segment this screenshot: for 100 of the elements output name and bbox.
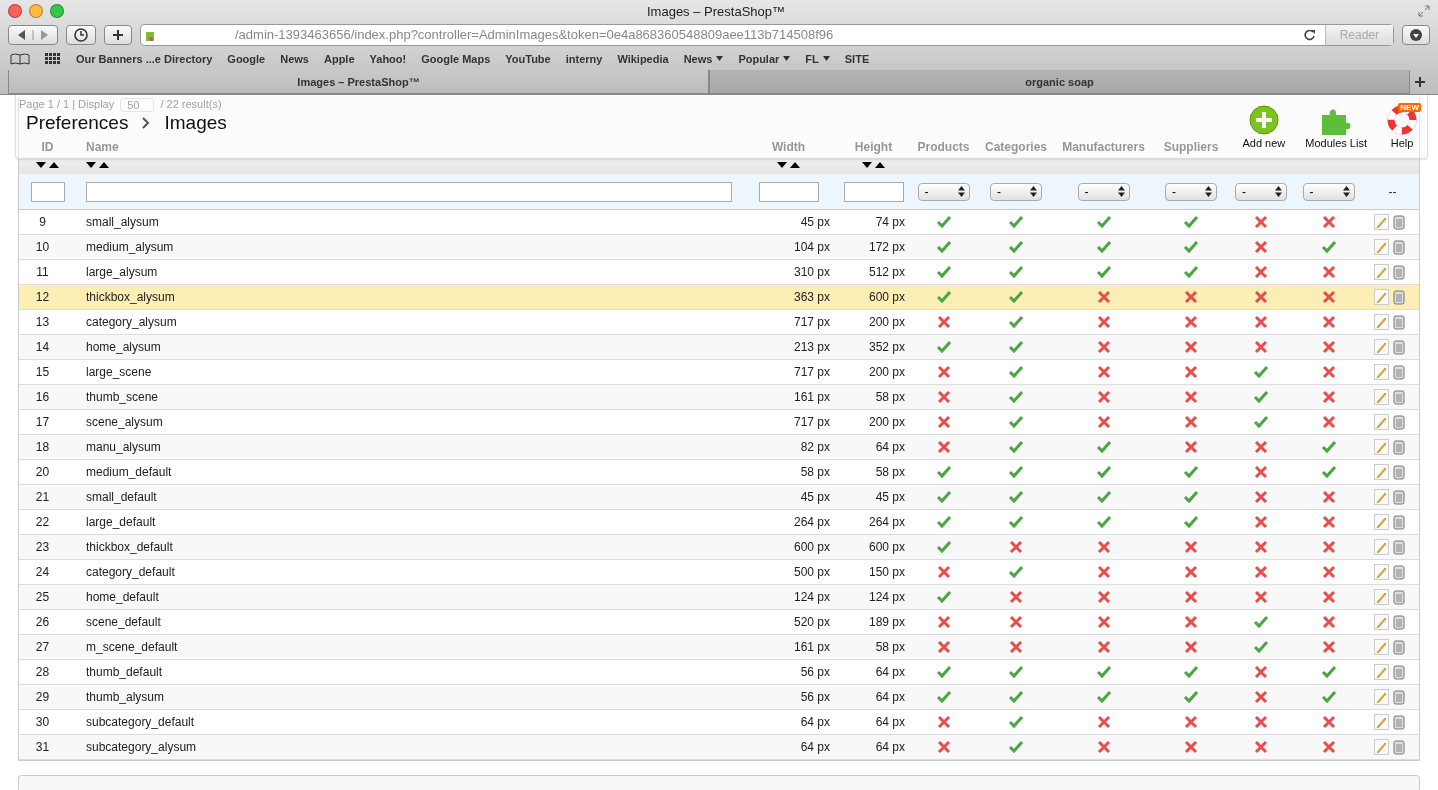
bookmark-item[interactable]: SITE [844,52,870,65]
trash-icon[interactable] [1393,464,1405,480]
edit-icon[interactable] [1374,539,1389,555]
edit-icon[interactable] [1374,364,1389,380]
edit-icon[interactable] [1374,439,1389,455]
book-icon[interactable] [10,52,30,65]
browser-tab[interactable]: Images – PrestaShop™ [8,70,709,94]
bookmark-item[interactable]: interny [565,52,603,65]
edit-icon[interactable] [1374,564,1389,580]
trash-icon[interactable] [1393,214,1405,230]
name-filter-field[interactable] [86,181,732,202]
edit-icon[interactable] [1374,614,1389,630]
trash-icon[interactable] [1393,364,1405,380]
edit-icon[interactable] [1374,339,1389,355]
table-row[interactable]: 31 subcategory_alysum 64 px 64 px [19,735,1419,760]
add-bookmark-button[interactable] [104,24,132,45]
edit-icon[interactable] [1374,514,1389,530]
edit-icon[interactable] [1374,689,1389,705]
edit-icon[interactable] [1374,739,1389,755]
width-filter-field[interactable] [758,181,819,202]
bookmark-item[interactable]: News [683,52,724,65]
sort-arrows-icon[interactable] [861,162,886,169]
trash-icon[interactable] [1393,564,1405,580]
bookmark-item[interactable]: YouTube [505,52,551,65]
trash-icon[interactable] [1393,639,1405,655]
trash-icon[interactable] [1393,439,1405,455]
bookmark-item[interactable]: News [280,52,309,65]
bookmark-item[interactable]: FL [805,52,830,65]
edit-icon[interactable] [1374,664,1389,680]
bookmark-item[interactable]: Wikipedia [617,52,669,65]
sort-arrows-icon[interactable] [86,162,110,169]
fullscreen-icon[interactable] [1418,5,1430,17]
bookmark-item[interactable]: Apple [323,52,355,65]
filter-select[interactable]: - [1302,182,1355,201]
trash-icon[interactable] [1393,339,1405,355]
trash-icon[interactable] [1393,514,1405,530]
edit-icon[interactable] [1374,414,1389,430]
edit-icon[interactable] [1374,639,1389,655]
breadcrumb-item[interactable]: Preferences [26,112,129,133]
trash-icon[interactable] [1393,664,1405,680]
bookmark-item[interactable]: Yahoo! [369,52,407,65]
minimize-button[interactable] [29,4,43,18]
edit-icon[interactable] [1374,389,1389,405]
download-button[interactable] [1402,24,1430,45]
table-row[interactable]: 25 home_default 124 px 124 px [19,585,1419,610]
filter-select[interactable]: - [990,182,1042,201]
sort-arrows-icon[interactable] [776,162,801,169]
height-filter-field[interactable] [843,181,904,202]
edit-icon[interactable] [1374,214,1389,230]
table-row[interactable]: 23 thickbox_default 600 px 600 px [19,535,1419,560]
table-row[interactable]: 18 manu_alysum 82 px 64 px [19,435,1419,460]
zoom-button[interactable] [50,4,64,18]
grid-icon[interactable] [45,52,61,65]
edit-icon[interactable] [1374,264,1389,280]
toolbar-button[interactable]: Modules List [1305,105,1367,149]
bookmark-item[interactable]: Google [227,52,266,65]
check-icon [1320,665,1337,679]
trash-icon[interactable] [1393,264,1405,280]
filter-select[interactable]: - [917,182,970,201]
trash-icon[interactable] [1393,739,1405,755]
table-row[interactable]: 29 thumb_alysum 56 px 64 px [19,685,1419,710]
edit-icon[interactable] [1374,589,1389,605]
trash-icon[interactable] [1393,414,1405,430]
trash-icon[interactable] [1393,589,1405,605]
close-button[interactable] [8,4,22,18]
history-button[interactable] [66,24,96,45]
table-row[interactable]: 14 home_alysum 213 px 352 px [19,335,1419,360]
trash-icon[interactable] [1393,539,1405,555]
filter-select[interactable]: - [1165,182,1217,201]
id-filter-field[interactable] [30,181,65,202]
table-row[interactable]: 12 thickbox_alysum 363 px 600 px [19,285,1419,310]
trash-icon[interactable] [1393,239,1405,255]
table-row[interactable]: 21 small_default 45 px 45 px [19,485,1419,510]
sort-arrows-icon[interactable] [35,162,60,169]
bookmark-item[interactable]: Google Maps [421,52,491,65]
trash-icon[interactable] [1393,289,1405,305]
edit-icon[interactable] [1374,464,1389,480]
address-field[interactable]: /admin-1393463656/index.php?controller=AdminImages&token=0e4a868360548809aee113b714508f96 Reader [140,23,1394,46]
edit-icon[interactable] [1374,714,1389,730]
reload-icon[interactable] [1302,28,1317,41]
trash-icon[interactable] [1393,689,1405,705]
filter-select[interactable]: - [1235,182,1287,201]
trash-icon[interactable] [1393,714,1405,730]
trash-icon[interactable] [1393,489,1405,505]
table-row[interactable]: 27 m_scene_default 161 px 58 px [19,635,1419,660]
edit-icon[interactable] [1374,489,1389,505]
toolbar-button[interactable]: Add new [1242,105,1286,149]
trash-icon[interactable] [1393,389,1405,405]
trash-icon[interactable] [1393,614,1405,630]
table-row[interactable]: 10 medium_alysum 104 px 172 px [19,235,1419,260]
back-forward-button[interactable] [8,24,58,45]
edit-icon[interactable] [1374,289,1389,305]
edit-icon[interactable] [1374,314,1389,330]
trash-icon[interactable] [1393,314,1405,330]
filter-select[interactable]: - [1077,182,1130,201]
bookmark-item[interactable]: Popular [738,52,791,65]
edit-icon[interactable] [1374,239,1389,255]
bookmark-item[interactable]: Our Banners ...e Directory [76,52,213,65]
table-row[interactable]: 16 thumb_scene 161 px 58 px [19,385,1419,410]
browser-tab[interactable]: organic soap [709,70,1410,94]
